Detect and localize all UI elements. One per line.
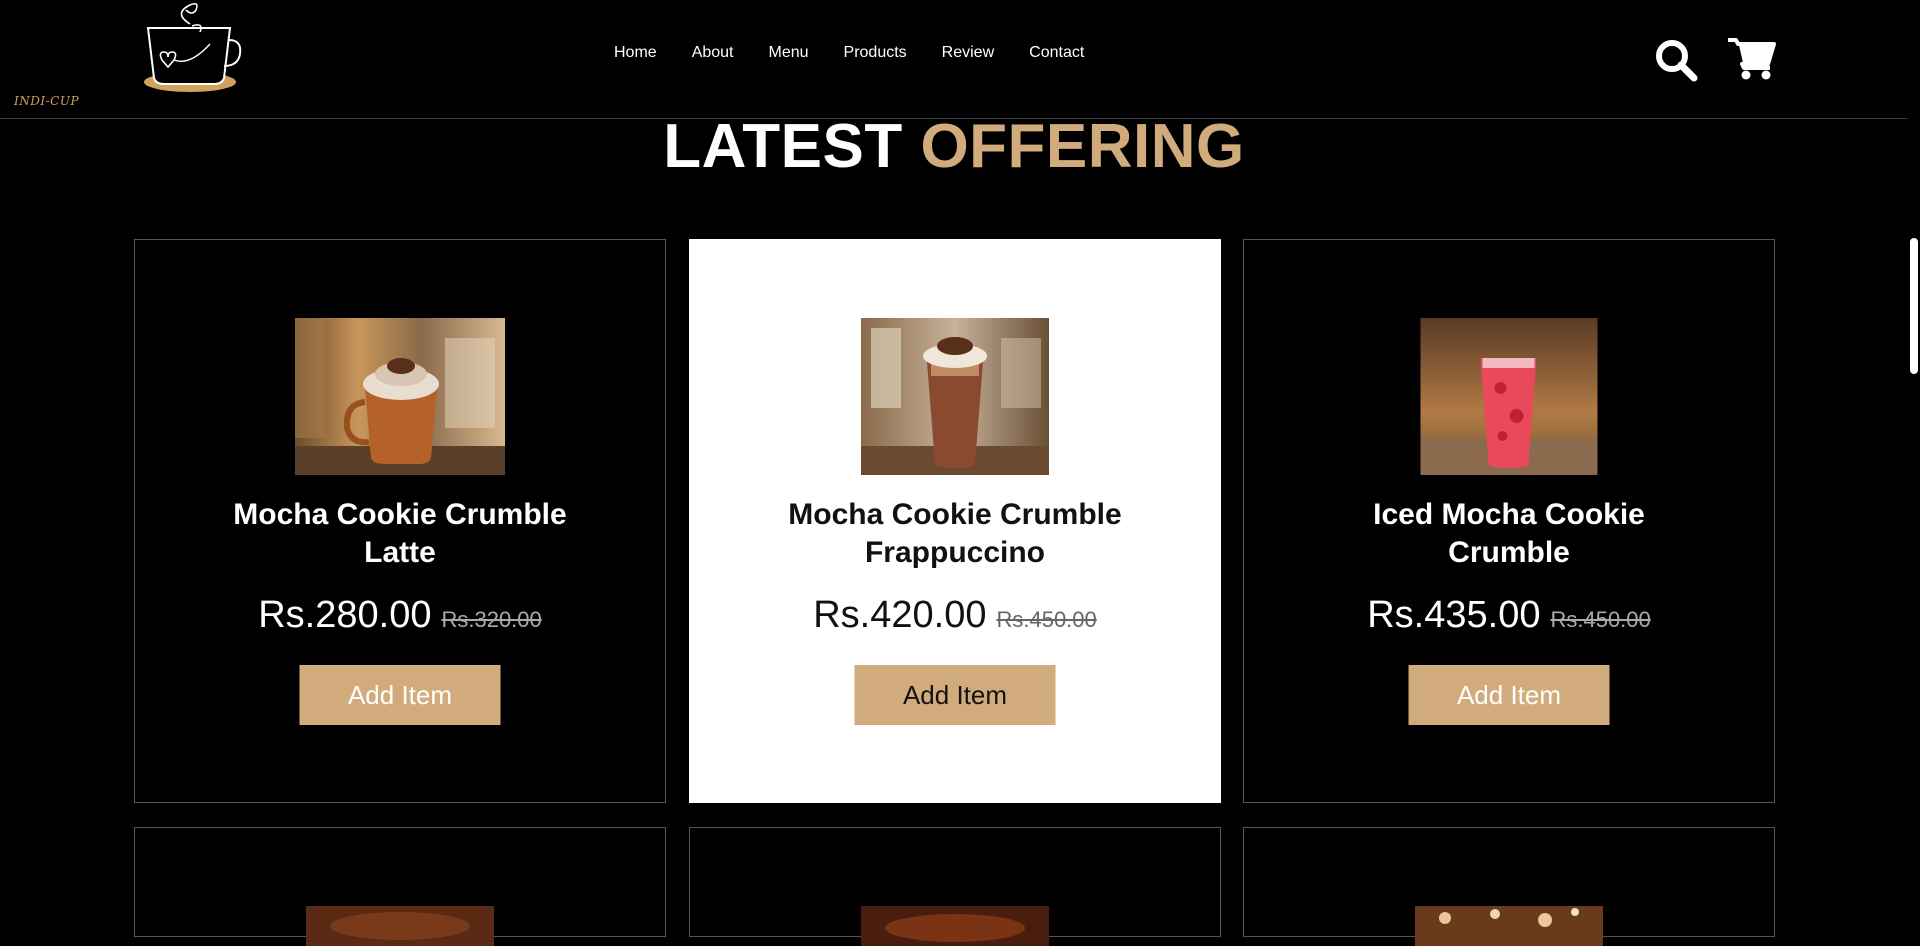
product-price: Rs.420.00 — [813, 594, 987, 636]
product-image — [861, 906, 1049, 946]
scrollbar-thumb[interactable] — [1910, 238, 1918, 374]
nav-review[interactable]: Review — [942, 44, 994, 62]
nav-home[interactable]: Home — [614, 44, 657, 62]
product-old-price: Rs.320.00 — [441, 607, 542, 632]
cart-icon[interactable] — [1728, 36, 1776, 80]
product-old-price: Rs.450.00 — [996, 607, 1097, 632]
hot-mocha-mug-image — [295, 318, 505, 475]
nav-about[interactable]: About — [692, 44, 734, 62]
product-card[interactable] — [689, 827, 1221, 946]
logo-wordmark: INDI-CUP — [14, 94, 80, 108]
product-name: Mocha Cookie Crumble Frappuccino — [788, 498, 1122, 569]
title-main: LATEST — [663, 112, 903, 181]
site-header: INDI-CUP Home About Menu Products Review… — [0, 0, 1908, 119]
product-card[interactable]: Iced Mocha Cookie Crumble Rs.435.00 Rs.4… — [1243, 239, 1775, 803]
product-name: Mocha Cookie Crumble Latte — [233, 498, 567, 569]
add-item-button[interactable]: Add Item — [1408, 665, 1610, 725]
section-title: LATEST OFFERING — [0, 112, 1908, 182]
frappuccino-glass-image — [861, 318, 1049, 475]
product-image — [1415, 906, 1603, 946]
product-card[interactable] — [1243, 827, 1775, 946]
add-item-button[interactable]: Add Item — [854, 665, 1056, 725]
iced-strawberry-drink-image — [1420, 318, 1598, 475]
nav-products[interactable]: Products — [844, 44, 907, 62]
product-card[interactable] — [134, 827, 666, 946]
title-accent: OFFERING — [920, 112, 1245, 181]
price-row: Rs.435.00 Rs.450.00 — [1244, 594, 1774, 637]
product-name: Iced Mocha Cookie Crumble — [1373, 498, 1645, 569]
add-item-button[interactable]: Add Item — [299, 665, 501, 725]
price-row: Rs.420.00 Rs.450.00 — [690, 594, 1220, 637]
coffee-cup-logo[interactable] — [140, 0, 244, 110]
product-price: Rs.435.00 — [1367, 594, 1541, 636]
product-card[interactable]: Mocha Cookie Crumble Latte Rs.280.00 Rs.… — [134, 239, 666, 803]
search-icon[interactable] — [1654, 38, 1698, 82]
product-old-price: Rs.450.00 — [1550, 607, 1651, 632]
product-card[interactable]: Mocha Cookie Crumble Frappuccino Rs.420.… — [689, 239, 1221, 803]
product-price: Rs.280.00 — [258, 594, 432, 636]
main-nav: Home About Menu Products Review Contact — [614, 44, 1084, 62]
product-image — [306, 906, 494, 946]
nav-menu[interactable]: Menu — [769, 44, 809, 62]
price-row: Rs.280.00 Rs.320.00 — [135, 594, 665, 637]
scrollbar-track[interactable] — [1908, 0, 1920, 916]
nav-contact[interactable]: Contact — [1029, 44, 1084, 62]
